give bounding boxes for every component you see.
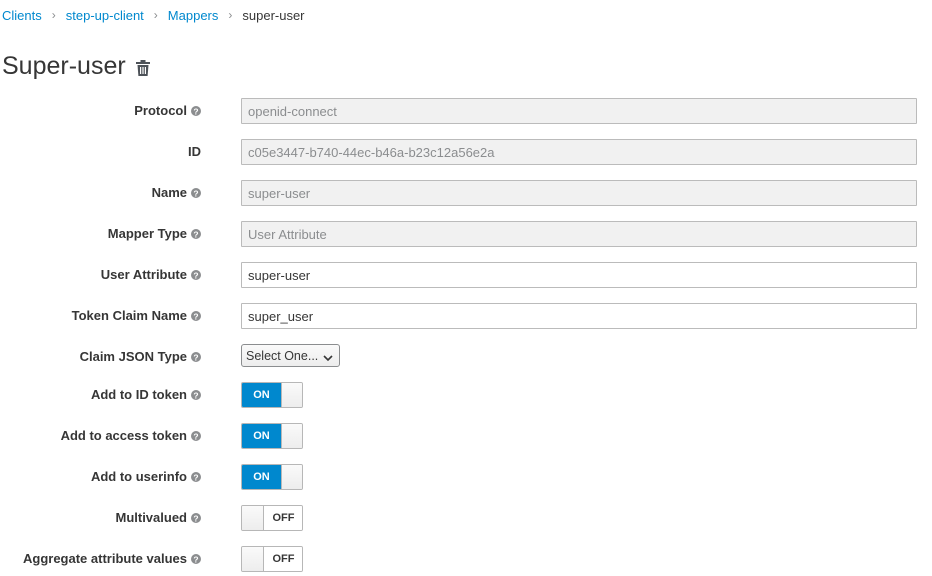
- form-row-multivalued: Multivalued ? OFF: [0, 505, 932, 531]
- token-claim-name-label: Token Claim Name ?: [72, 308, 201, 323]
- mapper-type-label-text: Mapper Type: [107, 226, 187, 241]
- add-to-access-token-label-text: Add to access token: [60, 428, 187, 443]
- protocol-field: [241, 98, 917, 124]
- toggle-state-label: ON: [242, 465, 281, 489]
- multivalued-label-text: Multivalued: [115, 510, 187, 525]
- user-attribute-label-text: User Attribute: [100, 267, 187, 282]
- trash-icon[interactable]: [135, 60, 150, 76]
- add-to-id-token-label: Add to ID token ?: [91, 387, 201, 402]
- id-label: ID: [188, 144, 201, 159]
- form-row-protocol: Protocol ?: [0, 98, 932, 124]
- help-icon[interactable]: ?: [191, 430, 201, 441]
- breadcrumb-mappers-link[interactable]: Mappers: [168, 8, 219, 23]
- svg-text:?: ?: [193, 311, 198, 321]
- claim-json-type-label: Claim JSON Type ?: [80, 349, 201, 364]
- svg-text:?: ?: [193, 106, 198, 116]
- breadcrumb-current: super-user: [242, 7, 305, 23]
- name-label: Name ?: [152, 185, 201, 200]
- claim-json-type-label-text: Claim JSON Type: [79, 349, 187, 364]
- add-to-access-token-label: Add to access token ?: [61, 428, 201, 443]
- user-attribute-label: User Attribute ?: [101, 267, 201, 282]
- form-row-add-to-access-token: Add to access token ? ON: [0, 423, 932, 449]
- svg-text:?: ?: [193, 513, 198, 523]
- multivalued-label: Multivalued ?: [115, 510, 201, 525]
- toggle-state-label: OFF: [264, 547, 302, 571]
- form-row-add-to-userinfo: Add to userinfo ? ON: [0, 464, 932, 490]
- form-row-add-to-id-token: Add to ID token ? ON: [0, 382, 932, 408]
- form-row-mapper-type: Mapper Type ?: [0, 221, 932, 247]
- svg-text:?: ?: [193, 352, 198, 362]
- help-icon[interactable]: ?: [191, 471, 201, 482]
- svg-text:?: ?: [193, 188, 198, 198]
- aggregate-attribute-values-label-text: Aggregate attribute values: [23, 551, 187, 566]
- breadcrumb: Clients › step-up-client › Mappers › sup…: [2, 5, 305, 25]
- help-icon[interactable]: ?: [191, 269, 201, 280]
- toggle-state-label: OFF: [264, 506, 302, 530]
- add-to-access-token-toggle[interactable]: ON: [241, 423, 303, 449]
- help-icon[interactable]: ?: [191, 553, 201, 564]
- breadcrumb-clients-link[interactable]: Clients: [2, 8, 42, 23]
- token-claim-name-label-text: Token Claim Name: [71, 308, 187, 323]
- form-row-claim-json-type: Claim JSON Type ? Select One...: [0, 344, 932, 370]
- svg-text:?: ?: [193, 390, 198, 400]
- add-to-userinfo-label-text: Add to userinfo: [90, 469, 187, 484]
- svg-text:?: ?: [193, 229, 198, 239]
- breadcrumb-separator: ›: [228, 8, 233, 22]
- mapper-type-label: Mapper Type ?: [108, 226, 201, 241]
- svg-text:?: ?: [193, 431, 198, 441]
- form-row-user-attribute: User Attribute ?: [0, 262, 932, 288]
- breadcrumb-separator: ›: [51, 8, 56, 22]
- help-icon[interactable]: ?: [191, 310, 201, 321]
- svg-text:?: ?: [193, 554, 198, 564]
- toggle-knob: [281, 465, 302, 489]
- help-icon[interactable]: ?: [191, 512, 201, 523]
- toggle-knob: [281, 424, 302, 448]
- mapper-type-field: [241, 221, 917, 247]
- id-field: [241, 139, 917, 165]
- user-attribute-input[interactable]: [241, 262, 917, 288]
- claim-json-type-select[interactable]: Select One...: [241, 344, 340, 367]
- toggle-state-label: ON: [242, 383, 281, 407]
- help-icon[interactable]: ?: [191, 105, 201, 116]
- add-to-id-token-label-text: Add to ID token: [90, 387, 187, 402]
- breadcrumb-separator: ›: [153, 8, 158, 22]
- svg-text:?: ?: [193, 472, 198, 482]
- toggle-knob: [281, 383, 302, 407]
- help-icon[interactable]: ?: [191, 187, 201, 198]
- add-to-userinfo-toggle[interactable]: ON: [241, 464, 303, 490]
- add-to-id-token-toggle[interactable]: ON: [241, 382, 303, 408]
- name-field: [241, 180, 917, 206]
- page-title: Super-user: [2, 51, 126, 80]
- form-row-id: ID: [0, 139, 932, 165]
- toggle-state-label: ON: [242, 424, 281, 448]
- token-claim-name-input[interactable]: [241, 303, 917, 329]
- add-to-userinfo-label: Add to userinfo ?: [91, 469, 201, 484]
- form-row-aggregate-attribute-values: Aggregate attribute values ? OFF: [0, 546, 932, 572]
- id-label-text: ID: [188, 144, 201, 159]
- aggregate-attribute-values-label: Aggregate attribute values ?: [23, 551, 201, 566]
- protocol-label: Protocol ?: [134, 103, 201, 118]
- help-icon[interactable]: ?: [191, 389, 201, 400]
- svg-text:?: ?: [193, 270, 198, 280]
- help-icon[interactable]: ?: [191, 228, 201, 239]
- toggle-knob: [242, 547, 264, 571]
- help-icon[interactable]: ?: [191, 351, 201, 362]
- claim-json-type-selected: Select One...: [246, 348, 319, 363]
- name-label-text: Name: [151, 185, 187, 200]
- aggregate-attribute-values-toggle[interactable]: OFF: [241, 546, 303, 572]
- protocol-label-text: Protocol: [134, 103, 187, 118]
- page-header: Super-user: [2, 48, 150, 84]
- form-row-name: Name ?: [0, 180, 932, 206]
- toggle-knob: [242, 506, 264, 530]
- multivalued-toggle[interactable]: OFF: [241, 505, 303, 531]
- chevron-down-icon: [323, 351, 333, 365]
- breadcrumb-client-link[interactable]: step-up-client: [66, 8, 144, 23]
- form-row-token-claim-name: Token Claim Name ?: [0, 303, 932, 329]
